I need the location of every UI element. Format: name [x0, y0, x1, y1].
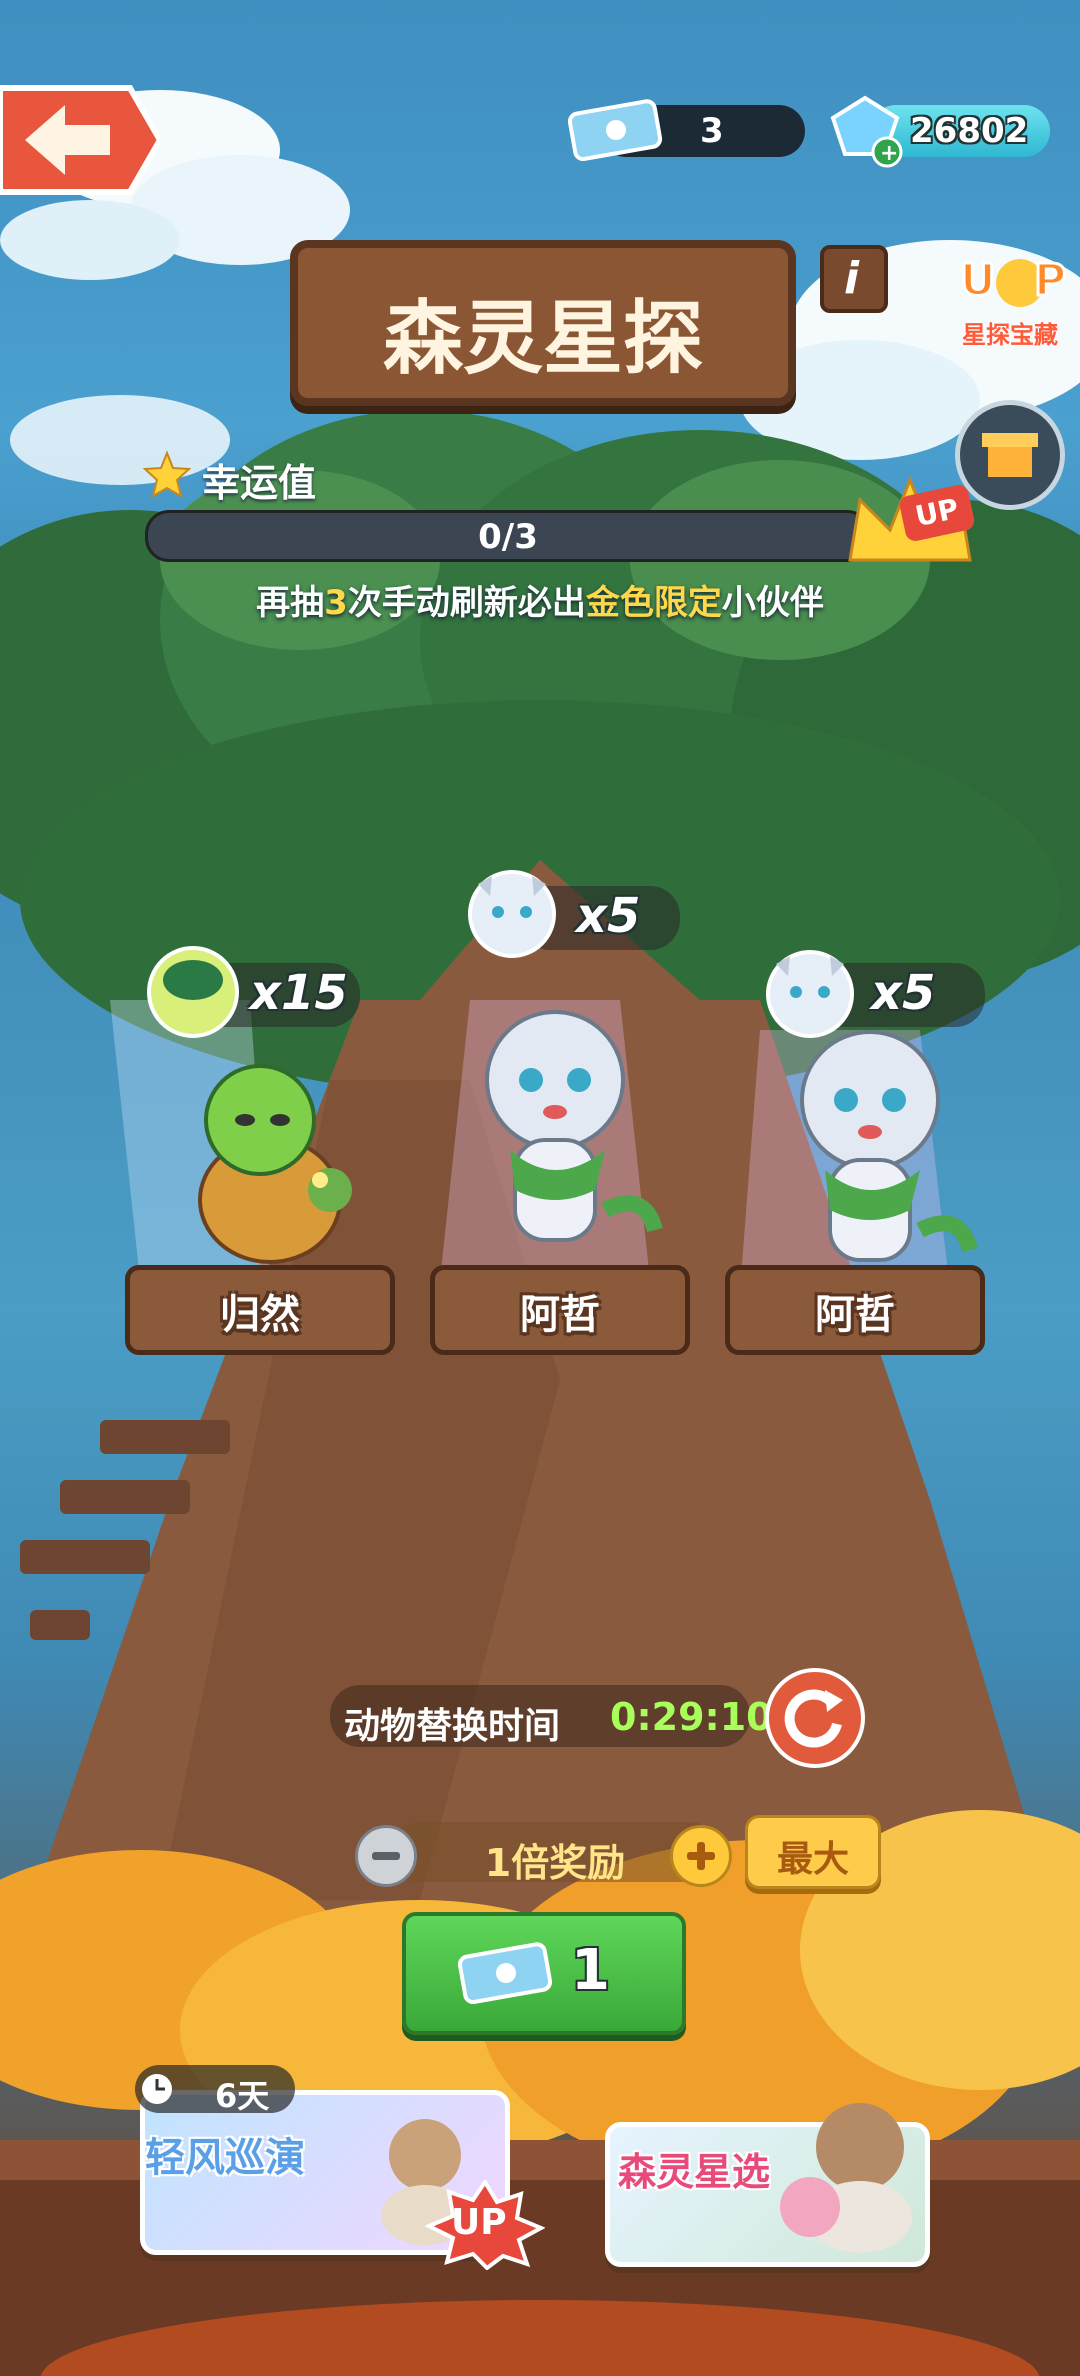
max-label: 最大	[776, 1839, 849, 1880]
treasure-button[interactable]: UP 星探宝藏	[950, 245, 1070, 355]
pod-name-3: 阿哲	[815, 1292, 895, 1338]
star-icon	[142, 450, 192, 504]
info-button[interactable]: i	[820, 245, 888, 313]
pedestal-3[interactable]: 阿哲	[725, 1265, 985, 1355]
draw-button[interactable]: 1	[402, 1912, 686, 2035]
bears-art	[780, 2103, 912, 2253]
reward-count-2: x5	[576, 888, 641, 944]
ticket-count: 3	[700, 111, 724, 151]
increase-button[interactable]	[670, 1825, 732, 1887]
turtle-shell-icon	[143, 942, 243, 1046]
luck-label: 幸运值	[202, 461, 317, 505]
back-arrow-icon	[0, 85, 164, 195]
reward-count-3: x5	[871, 965, 936, 1021]
clock-icon	[142, 2074, 172, 2104]
timer-value: 0:29:10	[610, 1695, 773, 1739]
luck-hint-gold: 金色限定	[585, 583, 722, 623]
pod-name-2: 阿哲	[520, 1292, 600, 1338]
refresh-button[interactable]	[765, 1668, 865, 1768]
luck-hint-mid: 次手动刷新必出	[347, 583, 586, 623]
refresh-icon	[784, 1689, 843, 1748]
luck-hint-suffix: 小伙伴	[721, 583, 824, 623]
max-button[interactable]: 最大	[745, 1815, 881, 1889]
event-up-badge: UP	[424, 2178, 546, 2271]
ticket-icon	[456, 1938, 556, 2012]
event-up-label: UP	[451, 2202, 507, 2243]
tiger-head-icon	[462, 862, 562, 966]
event-title-2: 森灵星选	[618, 2150, 771, 2194]
event-days-badge: 6天	[135, 2065, 295, 2115]
up-chick-icon: UP	[959, 254, 1068, 308]
timer-label: 动物替换时间	[344, 1706, 561, 1747]
luck-hint: 再抽3次手动刷新必出金色限定小伙伴	[0, 575, 1080, 624]
luck-hint-num: 3	[324, 583, 348, 623]
svg-text:+: +	[880, 141, 898, 166]
gem-icon: +	[825, 92, 905, 176]
luck-progress-bar: 0/3	[145, 510, 871, 562]
draw-cost: 1	[571, 1938, 610, 2003]
pod-name-1: 归然	[220, 1292, 300, 1338]
gem-count: 26802	[910, 111, 1029, 151]
svg-text:U: U	[960, 255, 996, 306]
page-title: 森灵星探	[383, 292, 703, 385]
timer-bar: 动物替换时间 0:29:10	[330, 1685, 773, 1747]
plus-icon	[687, 1842, 715, 1870]
tiger-character[interactable]	[455, 1000, 665, 1274]
title-board: 森灵星探	[290, 240, 796, 406]
treasure-label: 星探宝藏	[962, 321, 1058, 349]
luck-hint-prefix: 再抽	[256, 583, 325, 623]
decrease-button[interactable]	[355, 1825, 417, 1887]
event-card-forest-pick[interactable]: 森灵星选	[605, 2103, 930, 2267]
event-title-1: 轻风巡演	[145, 2135, 305, 2181]
event-days: 6天	[215, 2077, 270, 2115]
pedestal-1[interactable]: 归然	[125, 1265, 395, 1355]
info-icon: i	[844, 253, 860, 304]
luck-progress-text: 0/3	[478, 517, 538, 557]
tiger-character[interactable]	[770, 1020, 980, 1294]
turtle-character[interactable]	[170, 1050, 370, 1274]
reward-count-1: x15	[250, 965, 348, 1021]
pedestal-2[interactable]: 阿哲	[430, 1265, 690, 1355]
svg-text:P: P	[1034, 255, 1066, 306]
game-scene: 3 26802 + 森灵星探 i UP 星探宝藏 幸运值 0/3 UP 再抽3次…	[0, 0, 1080, 2376]
crown-up-badge: UP	[840, 460, 980, 580]
minus-icon	[372, 1852, 400, 1860]
ticket-icon	[566, 95, 666, 169]
back-button[interactable]	[0, 80, 164, 200]
